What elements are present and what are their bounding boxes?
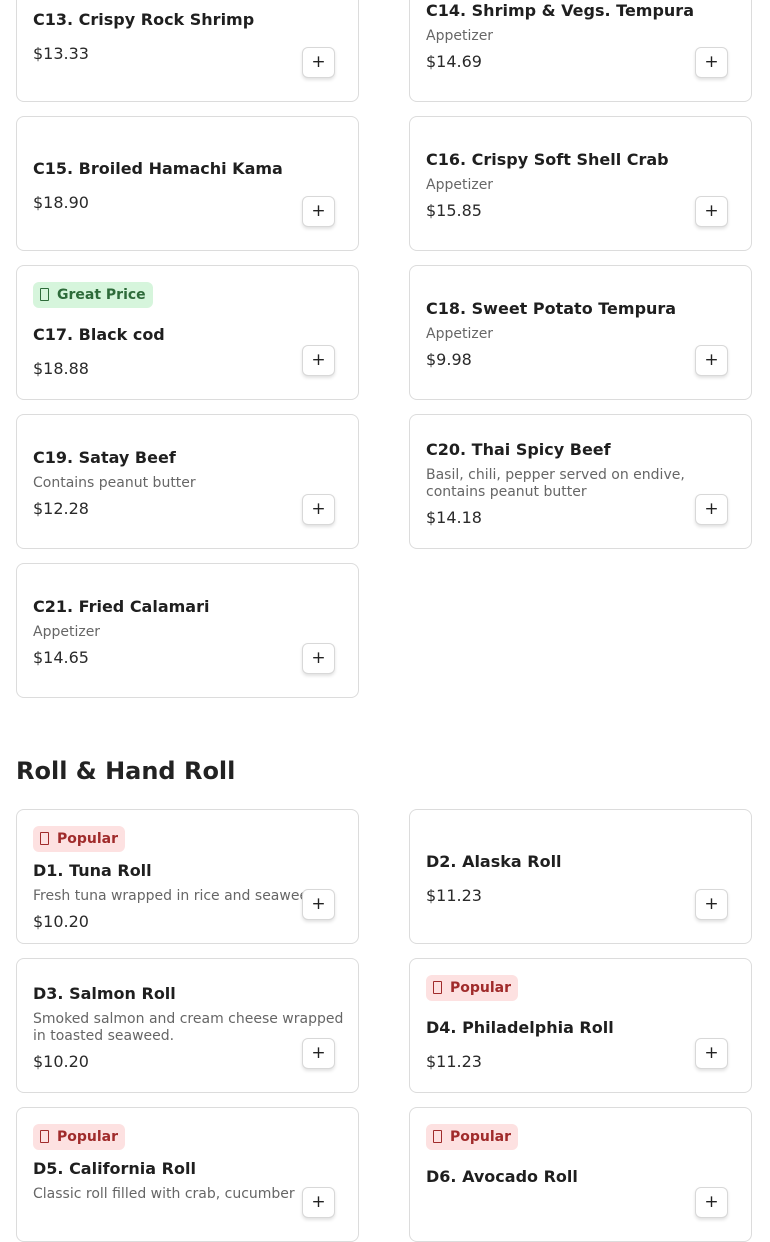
menu-item-card[interactable]: Popular D5. California Roll Classic roll… — [16, 1107, 359, 1242]
plus-icon: + — [311, 350, 326, 370]
item-description: Classic roll filled with crab, cucumber — [33, 1186, 295, 1202]
badge-label: Popular — [450, 980, 512, 996]
badge-label: Popular — [450, 1129, 512, 1145]
popular-badge: Popular — [426, 975, 519, 1001]
menu-item-card[interactable]: Popular D6. Avocado Roll + — [409, 1107, 752, 1242]
menu-item-card[interactable]: C16. Crispy Soft Shell Crab Appetizer $1… — [409, 116, 752, 251]
item-description: Appetizer — [426, 326, 494, 342]
popular-badge: Popular — [33, 1124, 126, 1150]
add-to-cart-button[interactable]: + — [302, 196, 335, 227]
item-price: $12.28 — [33, 499, 89, 518]
item-description: Appetizer — [426, 177, 494, 193]
plus-icon: + — [311, 201, 326, 221]
item-price: $10.20 — [33, 912, 89, 931]
add-to-cart-button[interactable]: + — [302, 494, 335, 525]
add-to-cart-button[interactable]: + — [302, 889, 335, 920]
add-to-cart-button[interactable]: + — [302, 643, 335, 674]
badge-label: Great Price — [57, 287, 146, 303]
item-name: C14. Shrimp & Vegs. Tempura — [426, 1, 694, 20]
item-price: $11.23 — [426, 1052, 482, 1071]
plus-icon: + — [311, 1192, 326, 1212]
menu-item-card[interactable]: Great Price C17. Black cod $18.88 + — [16, 265, 359, 400]
item-price: $18.90 — [33, 193, 89, 212]
item-price: $13.33 — [33, 44, 89, 63]
item-name: D2. Alaska Roll — [426, 852, 562, 871]
popular-badge: Popular — [426, 1124, 519, 1150]
menu-item-card[interactable]: Popular D1. Tuna Roll Fresh tuna wrapped… — [16, 809, 359, 944]
flame-icon — [40, 832, 49, 845]
item-name: C21. Fried Calamari — [33, 597, 210, 616]
item-name: C19. Satay Beef — [33, 448, 176, 467]
add-to-cart-button[interactable]: + — [695, 47, 728, 78]
badge-label: Popular — [57, 1129, 119, 1145]
flame-icon — [40, 1130, 49, 1143]
add-to-cart-button[interactable]: + — [695, 196, 728, 227]
popular-badge: Popular — [33, 826, 126, 852]
menu-item-card[interactable]: C13. Crispy Rock Shrimp $13.33 + — [16, 0, 359, 102]
item-name: C17. Black cod — [33, 325, 165, 344]
item-name: C20. Thai Spicy Beef — [426, 440, 611, 459]
item-name: D1. Tuna Roll — [33, 861, 152, 880]
great-price-badge: Great Price — [33, 282, 153, 308]
item-name: D3. Salmon Roll — [33, 984, 176, 1003]
menu-item-card[interactable]: D2. Alaska Roll $11.23 + — [409, 809, 752, 944]
price-tag-icon — [40, 288, 49, 301]
menu-item-card[interactable]: C19. Satay Beef Contains peanut butter $… — [16, 414, 359, 549]
add-to-cart-button[interactable]: + — [695, 345, 728, 376]
menu-item-card[interactable]: C18. Sweet Potato Tempura Appetizer $9.9… — [409, 265, 752, 400]
plus-icon: + — [704, 350, 719, 370]
item-name: D5. California Roll — [33, 1159, 196, 1178]
menu-item-card[interactable]: D3. Salmon Roll Smoked salmon and cream … — [16, 958, 359, 1093]
plus-icon: + — [311, 499, 326, 519]
add-to-cart-button[interactable]: + — [695, 889, 728, 920]
add-to-cart-button[interactable]: + — [302, 47, 335, 78]
item-description: Appetizer — [426, 28, 494, 44]
item-description: Fresh tuna wrapped in rice and seaweed. — [33, 888, 306, 904]
item-description: Appetizer — [33, 624, 101, 640]
plus-icon: + — [704, 201, 719, 221]
menu-item-card[interactable]: C20. Thai Spicy Beef Basil, chili, peppe… — [409, 414, 752, 549]
flame-icon — [433, 1130, 442, 1143]
add-to-cart-button[interactable]: + — [302, 1038, 335, 1069]
item-description: Contains peanut butter — [33, 475, 196, 491]
item-price: $9.98 — [426, 350, 472, 369]
plus-icon: + — [311, 1043, 326, 1063]
plus-icon: + — [704, 1043, 719, 1063]
item-price: $14.69 — [426, 52, 482, 71]
flame-icon — [433, 981, 442, 994]
add-to-cart-button[interactable]: + — [302, 1187, 335, 1218]
add-to-cart-button[interactable]: + — [695, 1187, 728, 1218]
menu-item-card[interactable]: C15. Broiled Hamachi Kama $18.90 + — [16, 116, 359, 251]
plus-icon: + — [704, 1192, 719, 1212]
item-price: $11.23 — [426, 886, 482, 905]
item-price: $14.18 — [426, 508, 482, 527]
plus-icon: + — [311, 894, 326, 914]
item-price: $15.85 — [426, 201, 482, 220]
section-title: Roll & Hand Roll — [16, 757, 236, 785]
item-name: C18. Sweet Potato Tempura — [426, 299, 677, 318]
menu-item-card[interactable]: C21. Fried Calamari Appetizer $14.65 + — [16, 563, 359, 698]
add-to-cart-button[interactable]: + — [302, 345, 335, 376]
item-name: C13. Crispy Rock Shrimp — [33, 10, 255, 29]
item-price: $10.20 — [33, 1052, 89, 1071]
plus-icon: + — [311, 648, 326, 668]
item-price: $14.65 — [33, 648, 89, 667]
menu-item-card[interactable]: C14. Shrimp & Vegs. Tempura Appetizer $1… — [409, 0, 752, 102]
plus-icon: + — [704, 52, 719, 72]
badge-label: Popular — [57, 831, 119, 847]
item-description: Basil, chili, pepper served on endive, c… — [426, 467, 685, 500]
add-to-cart-button[interactable]: + — [695, 1038, 728, 1069]
item-name: D6. Avocado Roll — [426, 1167, 578, 1186]
item-price: $18.88 — [33, 359, 89, 378]
plus-icon: + — [311, 52, 326, 72]
plus-icon: + — [704, 499, 719, 519]
item-name: D4. Philadelphia Roll — [426, 1018, 614, 1037]
plus-icon: + — [704, 894, 719, 914]
add-to-cart-button[interactable]: + — [695, 494, 728, 525]
item-name: C16. Crispy Soft Shell Crab — [426, 150, 669, 169]
item-name: C15. Broiled Hamachi Kama — [33, 159, 283, 178]
menu-item-card[interactable]: Popular D4. Philadelphia Roll $11.23 + — [409, 958, 752, 1093]
